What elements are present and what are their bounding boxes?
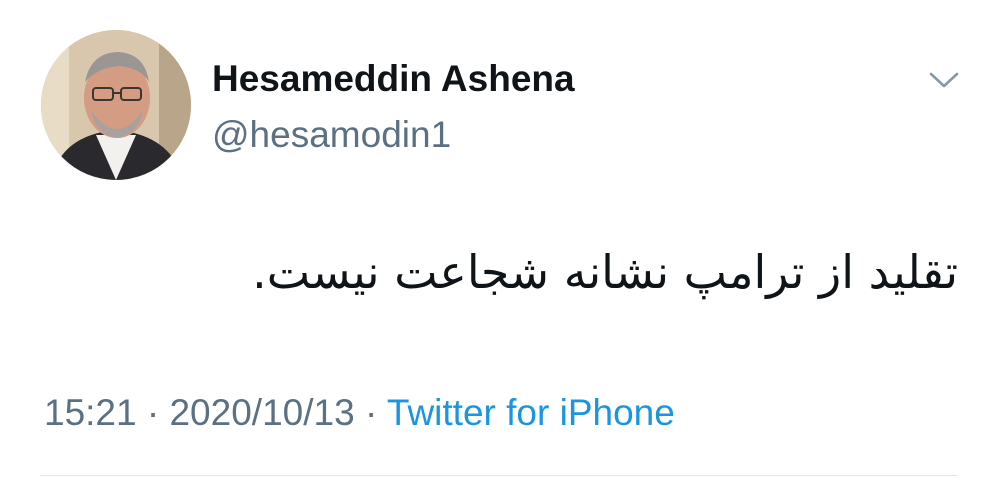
tweet-menu-button[interactable] xyxy=(920,62,968,98)
chevron-down-icon xyxy=(929,72,959,88)
tweet-card: Hesameddin Ashena @hesamodin1 تقلید از ت… xyxy=(0,0,1000,488)
tweet-date[interactable]: 2020/10/13 xyxy=(169,392,354,433)
avatar-image xyxy=(41,30,191,180)
avatar[interactable] xyxy=(41,30,191,180)
meta-separator: · xyxy=(364,392,378,433)
tweet-source-link[interactable]: Twitter for iPhone xyxy=(387,392,675,433)
user-handle[interactable]: @hesamodin1 xyxy=(212,114,451,156)
tweet-time[interactable]: 15:21 xyxy=(44,392,137,433)
tweet-text: تقلید از ترامپ نشانه شجاعت نیست. xyxy=(252,245,958,299)
divider xyxy=(40,475,958,476)
display-name[interactable]: Hesameddin Ashena xyxy=(212,58,575,100)
tweet-meta: 15:21 · 2020/10/13 · Twitter for iPhone xyxy=(44,392,675,434)
meta-separator: · xyxy=(146,392,160,433)
